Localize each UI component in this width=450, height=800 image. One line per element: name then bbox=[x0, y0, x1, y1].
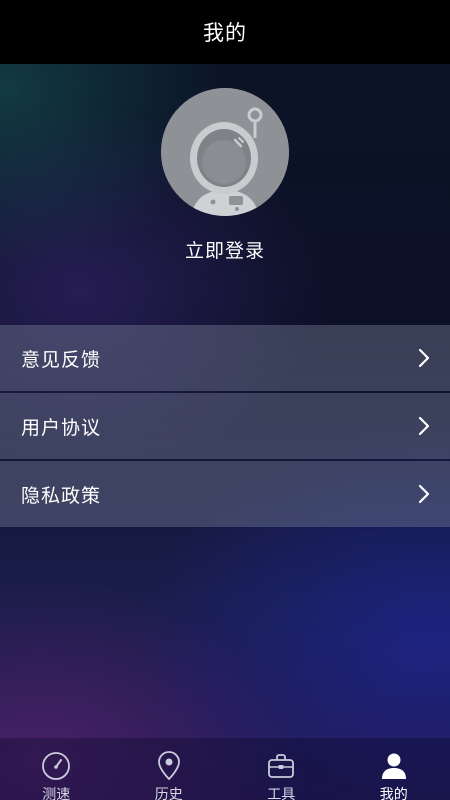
tab-tools[interactable]: 工具 bbox=[225, 738, 338, 800]
chevron-right-icon bbox=[418, 416, 430, 436]
chevron-right-icon bbox=[418, 484, 430, 504]
login-link[interactable]: 立即登录 bbox=[0, 236, 450, 263]
tab-label: 测速 bbox=[42, 787, 71, 800]
astronaut-avatar-icon[interactable] bbox=[161, 88, 289, 216]
tab-history[interactable]: 历史 bbox=[113, 738, 226, 800]
page-title: 我的 bbox=[203, 21, 247, 45]
bottom-tab-bar: 测速 历史 工具 我的 bbox=[0, 738, 450, 800]
toolbox-icon bbox=[266, 751, 296, 781]
profile-section: 立即登录 bbox=[0, 64, 450, 324]
top-bar: 我的 bbox=[0, 0, 450, 64]
menu-item-label: 意见反馈 bbox=[21, 348, 102, 371]
menu-item-label: 隐私政策 bbox=[21, 484, 102, 507]
settings-menu: 意见反馈 用户协议 隐私政策 bbox=[0, 325, 450, 529]
location-pin-icon bbox=[154, 751, 184, 781]
speedometer-icon bbox=[41, 751, 71, 781]
menu-item-user-agreement[interactable]: 用户协议 bbox=[0, 393, 450, 459]
tab-label: 历史 bbox=[154, 787, 183, 800]
chevron-right-icon bbox=[418, 348, 430, 368]
user-icon bbox=[379, 751, 409, 781]
menu-item-label: 用户协议 bbox=[21, 416, 102, 439]
tab-label: 我的 bbox=[379, 787, 408, 800]
tab-speed-test[interactable]: 测速 bbox=[0, 738, 113, 800]
screen: 我的 立即登录 意见反馈 用户协议 隐私政策 测速 历史 工具 我的 bbox=[0, 0, 450, 800]
menu-item-feedback[interactable]: 意见反馈 bbox=[0, 325, 450, 391]
tab-mine[interactable]: 我的 bbox=[338, 738, 450, 800]
menu-item-privacy-policy[interactable]: 隐私政策 bbox=[0, 461, 450, 527]
tab-label: 工具 bbox=[267, 787, 296, 800]
